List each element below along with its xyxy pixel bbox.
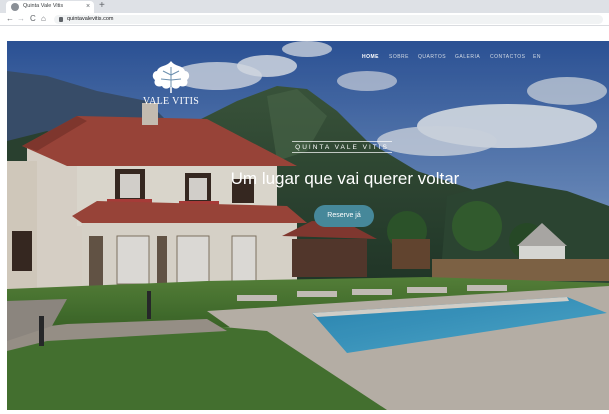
reload-icon[interactable]: C	[30, 14, 36, 24]
reserve-button[interactable]: Reserve já	[314, 205, 374, 227]
tab-title: Quinta Vale Vitis	[23, 3, 64, 9]
home-icon[interactable]: ⌂	[41, 14, 46, 24]
nav-item-home[interactable]: HOME	[362, 54, 379, 60]
browser-toolbar: ← → C ⌂ quintavalevitis.com	[0, 13, 609, 26]
lock-icon	[59, 17, 63, 22]
logo-text: VALE VITIS	[142, 96, 200, 107]
nav-item-contactos[interactable]: CONTACTOS	[490, 54, 525, 60]
close-tab-icon[interactable]: ×	[86, 2, 90, 11]
browser-tab[interactable]: Quinta Vale Vitis ×	[6, 1, 94, 13]
nav-item-galeria[interactable]: GALERIA	[455, 54, 480, 60]
hero-eyebrow: QUINTA VALE VITIS	[292, 141, 392, 153]
nav-item-language[interactable]: EN	[533, 54, 541, 60]
browser-tabstrip: Quinta Vale Vitis × +	[0, 0, 609, 13]
favicon-icon	[11, 3, 19, 11]
back-icon[interactable]: ←	[6, 14, 14, 24]
forward-icon[interactable]: →	[17, 14, 25, 24]
nav-item-sobre[interactable]: SOBRE	[389, 54, 409, 60]
hero-section: VALE VITIS HOME SOBRE QUARTOS GALERIA CO…	[7, 41, 609, 410]
vine-leaf-icon	[152, 61, 190, 93]
page-bottom-margin	[0, 410, 609, 414]
nav-item-quartos[interactable]: QUARTOS	[418, 54, 446, 60]
address-bar[interactable]: quintavalevitis.com	[54, 15, 603, 24]
site-logo[interactable]: VALE VITIS	[141, 59, 201, 114]
new-tab-icon[interactable]: +	[99, 0, 105, 12]
main-nav: HOME SOBRE QUARTOS GALERIA CONTACTOS EN	[7, 54, 609, 64]
hero-overlay	[7, 41, 609, 410]
page-top-margin	[0, 26, 609, 41]
hero-headline: Um lugar que vai querer voltar	[230, 169, 460, 188]
url-text: quintavalevitis.com	[67, 16, 114, 22]
